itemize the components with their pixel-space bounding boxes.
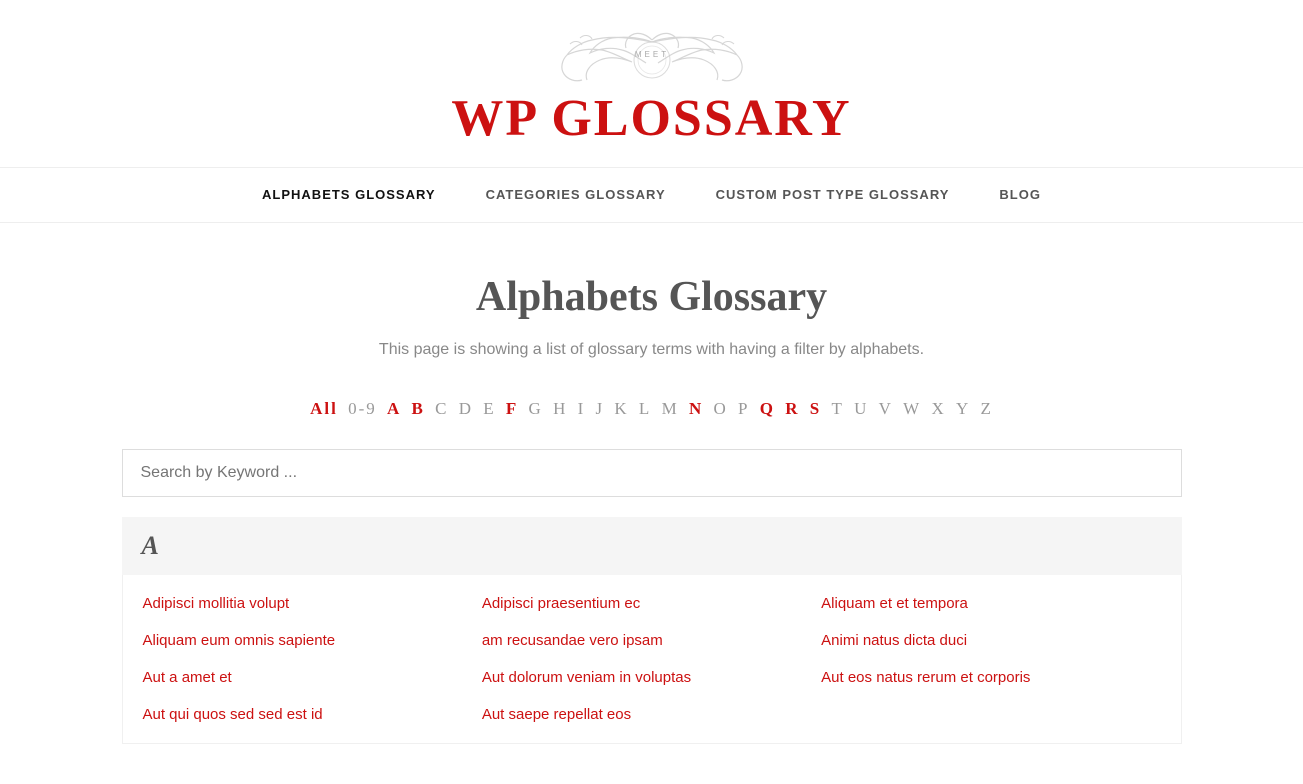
- filter-09[interactable]: 0-9: [348, 399, 377, 418]
- term-aliquam-et[interactable]: Aliquam et et tempora: [821, 585, 1160, 622]
- filter-e[interactable]: E: [483, 399, 495, 418]
- terms-grid-a: Adipisci mollitia volupt Adipisci praese…: [122, 575, 1182, 744]
- site-header: MEET WP GLOSSARY: [0, 0, 1303, 167]
- filter-r[interactable]: R: [785, 399, 799, 418]
- filter-a[interactable]: A: [387, 399, 401, 418]
- term-am-recusandae[interactable]: am recusandae vero ipsam: [482, 622, 821, 659]
- filter-s[interactable]: S: [810, 399, 821, 418]
- section-header-a: A: [122, 517, 1182, 575]
- term-aut-dolorum[interactable]: Aut dolorum veniam in voluptas: [482, 659, 821, 696]
- filter-l[interactable]: L: [639, 399, 651, 418]
- filter-v[interactable]: V: [879, 399, 893, 418]
- alphabet-filter: All 0-9 A B C D E F G H I J K L M N O P …: [122, 399, 1182, 419]
- filter-f[interactable]: F: [506, 399, 518, 418]
- filter-d[interactable]: D: [459, 399, 473, 418]
- search-input[interactable]: [122, 449, 1182, 497]
- filter-i[interactable]: I: [578, 399, 586, 418]
- filter-m[interactable]: M: [662, 399, 679, 418]
- filter-z[interactable]: Z: [981, 399, 993, 418]
- logo-ornament-icon: MEET: [512, 30, 792, 90]
- section-letter-a: A: [142, 531, 159, 560]
- term-animi-natus[interactable]: Animi natus dicta duci: [821, 622, 1160, 659]
- filter-p[interactable]: P: [738, 399, 749, 418]
- term-aut-saepe[interactable]: Aut saepe repellat eos: [482, 696, 821, 733]
- main-content: Alphabets Glossary This page is showing …: [62, 223, 1242, 784]
- filter-c[interactable]: C: [435, 399, 448, 418]
- term-adipisci-praesentium[interactable]: Adipisci praesentium ec: [482, 585, 821, 622]
- term-adipisci-mollitia[interactable]: Adipisci mollitia volupt: [143, 585, 482, 622]
- filter-w[interactable]: W: [903, 399, 921, 418]
- page-title: Alphabets Glossary: [122, 273, 1182, 321]
- logo-text: WP GLOSSARY: [20, 90, 1283, 147]
- filter-q[interactable]: Q: [760, 399, 775, 418]
- filter-o[interactable]: O: [713, 399, 727, 418]
- filter-u[interactable]: U: [854, 399, 868, 418]
- filter-x[interactable]: X: [931, 399, 945, 418]
- nav-blog[interactable]: BLOG: [999, 187, 1041, 202]
- main-nav: ALPHABETS GLOSSARY CATEGORIES GLOSSARY C…: [0, 167, 1303, 223]
- filter-k[interactable]: K: [614, 399, 628, 418]
- term-aut-qui-quos[interactable]: Aut qui quos sed sed est id: [143, 696, 482, 733]
- term-aut-eos-natus[interactable]: Aut eos natus rerum et corporis: [821, 659, 1160, 696]
- filter-y[interactable]: Y: [956, 399, 970, 418]
- nav-alphabets-glossary[interactable]: ALPHABETS GLOSSARY: [262, 187, 436, 202]
- section-a: A Adipisci mollitia volupt Adipisci prae…: [122, 517, 1182, 744]
- filter-b[interactable]: B: [412, 399, 425, 418]
- svg-text:MEET: MEET: [634, 50, 668, 59]
- filter-t[interactable]: T: [831, 399, 843, 418]
- filter-g[interactable]: G: [529, 399, 543, 418]
- nav-custom-post-type-glossary[interactable]: CUSTOM POST TYPE GLOSSARY: [716, 187, 950, 202]
- term-aut-a-amet[interactable]: Aut a amet et: [143, 659, 482, 696]
- nav-categories-glossary[interactable]: CATEGORIES GLOSSARY: [486, 187, 666, 202]
- filter-j[interactable]: J: [596, 399, 605, 418]
- term-aliquam-eum[interactable]: Aliquam eum omnis sapiente: [143, 622, 482, 659]
- filter-all[interactable]: All: [310, 399, 338, 418]
- filter-h[interactable]: H: [553, 399, 567, 418]
- filter-n[interactable]: N: [689, 399, 703, 418]
- page-description: This page is showing a list of glossary …: [122, 341, 1182, 359]
